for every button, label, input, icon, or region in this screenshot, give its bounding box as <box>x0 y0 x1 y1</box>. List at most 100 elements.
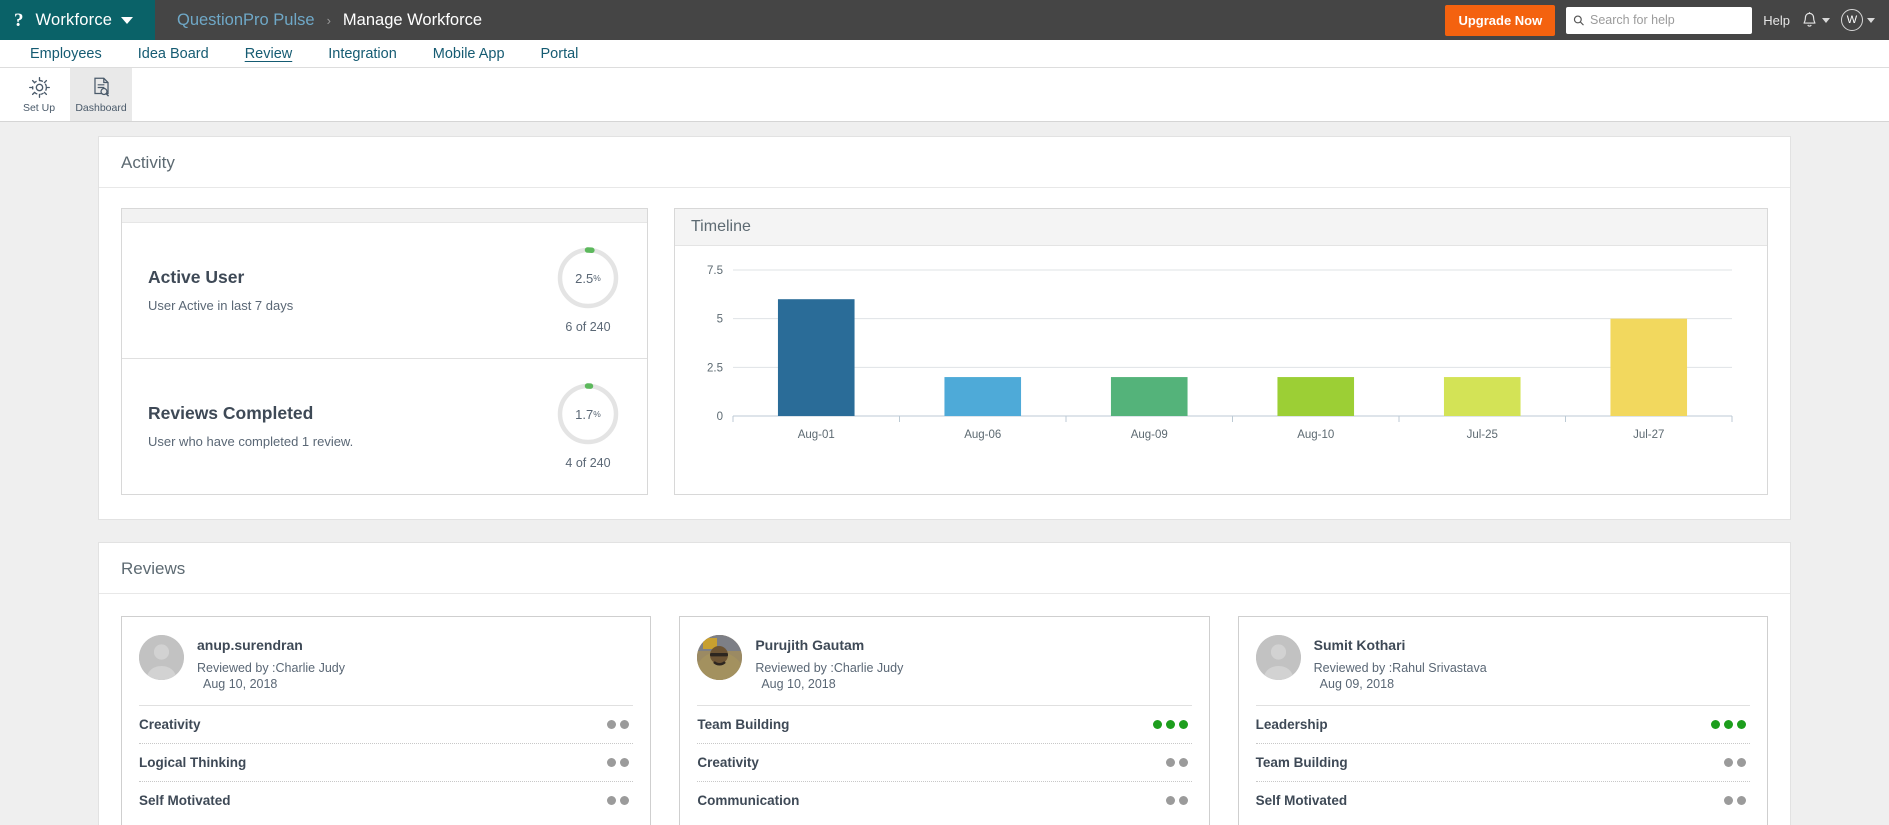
document-search-icon <box>93 77 109 97</box>
timeline-chart-card: Timeline 0 2.5 5 7.5 Aug-01 Aug-06 Aug-09 Aug-1… <box>674 208 1768 495</box>
x-axis-tick-label: Jul-25 <box>1467 429 1498 441</box>
nav-tab-review[interactable]: Review <box>227 40 311 68</box>
rating-dot <box>620 758 630 768</box>
user-menu-chevron-down-icon[interactable] <box>1867 17 1875 23</box>
gauge-caption: 4 of 240 <box>565 456 611 470</box>
review-card-meta: Sumit Kothari Reviewed by :Rahul Srivast… <box>1314 635 1487 691</box>
bar[interactable] <box>1610 318 1688 416</box>
toolbar-item-setup-label: Set Up <box>22 101 56 114</box>
rating-dot <box>1178 720 1188 730</box>
review-card[interactable]: anup.surendran Reviewed by :Charlie Judy… <box>121 616 652 825</box>
skill-name: Team Building <box>697 717 790 733</box>
breadcrumb: QuestionPro Pulse › Manage Workforce <box>155 0 1445 40</box>
donut-gauge: 2.5% <box>555 245 621 311</box>
skill-row: Creativity <box>697 743 1192 781</box>
skill-name: Creativity <box>139 717 201 733</box>
stat-subtitle: User Active in last 7 days <box>148 297 294 313</box>
nav-tab-idea-board[interactable]: Idea Board <box>120 40 227 68</box>
icon-toolbar: Set Up Dashboard <box>0 68 1889 122</box>
toolbar-item-setup[interactable]: Set Up <box>8 68 70 121</box>
toolbar-item-dashboard[interactable]: Dashboard <box>70 68 132 121</box>
help-search-box[interactable] <box>1566 6 1753 34</box>
stat-gauge-wrap: 2.5% 6 of 240 <box>555 245 621 334</box>
activity-stats-card: Active User User Active in last 7 days 2… <box>121 208 648 495</box>
review-card[interactable]: Sumit Kothari Reviewed by :Rahul Srivast… <box>1237 616 1768 825</box>
review-card[interactable]: Purujith Gautam Reviewed by :Charlie Jud… <box>679 616 1210 825</box>
review-date: Aug 09, 2018 <box>1319 677 1395 692</box>
stat-gauge-wrap: 1.7% 4 of 240 <box>555 381 621 470</box>
nav-tab-mobile-app[interactable]: Mobile App <box>415 40 523 68</box>
bar[interactable] <box>1110 377 1188 416</box>
bar[interactable] <box>777 299 855 416</box>
skill-row: Self Motivated <box>139 781 634 819</box>
top-bar-actions: Upgrade Now Help W <box>1445 0 1889 40</box>
chevron-down-icon[interactable] <box>121 16 134 24</box>
timeline-chart-header: Timeline <box>675 209 1767 246</box>
search-input[interactable] <box>1589 13 1746 27</box>
upgrade-now-button[interactable]: Upgrade Now <box>1445 4 1556 36</box>
reviewee-name: Sumit Kothari <box>1313 637 1406 653</box>
rating-dots <box>1723 758 1748 768</box>
y-axis-tick-label: 7.5 <box>707 265 723 277</box>
rating-dot <box>1710 720 1720 730</box>
reviews-panel-header: Reviews <box>99 543 1790 594</box>
help-link[interactable]: Help <box>1763 13 1790 28</box>
brand-name: Workforce <box>35 10 113 29</box>
main-content: Activity Active User User Active in last… <box>0 122 1889 825</box>
gauge-percent-symbol: % <box>593 273 601 283</box>
x-axis-tick-label: Aug-01 <box>798 429 835 441</box>
x-axis-tick-label: Aug-09 <box>1131 429 1168 441</box>
search-icon <box>1574 15 1585 26</box>
nav-tab-employees[interactable]: Employees <box>12 40 120 68</box>
skill-row: Self Motivated <box>1255 781 1750 819</box>
toolbar-item-dashboard-label: Dashboard <box>75 101 127 114</box>
skill-name: Team Building <box>1255 755 1348 771</box>
nav-tab-portal[interactable]: Portal <box>523 40 597 68</box>
user-menu[interactable]: W <box>1841 9 1875 31</box>
skill-name: Self Motivated <box>1255 793 1348 809</box>
reviews-card-list: anup.surendran Reviewed by :Charlie Judy… <box>99 594 1790 825</box>
rating-dot <box>607 796 617 806</box>
gauge-percent-value: 1.7 <box>575 406 594 422</box>
reviewed-by: Reviewed by :Charlie Judy <box>755 661 904 675</box>
bar[interactable] <box>944 377 1022 416</box>
y-axis-tick-label: 2.5 <box>707 362 723 374</box>
stat-title: Reviews Completed <box>148 402 314 423</box>
notifications-control[interactable] <box>1801 11 1830 30</box>
rating-dot <box>1736 758 1746 768</box>
review-card-header: Sumit Kothari Reviewed by :Rahul Srivast… <box>1255 635 1750 705</box>
notifications-chevron-down-icon[interactable] <box>1822 17 1830 23</box>
bell-icon <box>1803 11 1816 27</box>
skill-row: Communication <box>697 781 1192 819</box>
bar[interactable] <box>1443 377 1521 416</box>
y-axis-tick-label: 5 <box>717 314 723 326</box>
gauge-percent: 2.5% <box>555 245 621 311</box>
gauge-percent: 1.7% <box>555 381 621 447</box>
skill-name: Leadership <box>1255 717 1328 733</box>
rating-dots <box>607 758 631 768</box>
gauge-percent-value: 2.5 <box>575 270 594 286</box>
stat-title: Active User <box>148 266 245 287</box>
nav-tab-integration[interactable]: Integration <box>310 40 415 68</box>
stat-texts: Active User User Active in last 7 days <box>148 267 555 313</box>
brand-block[interactable]: ? Workforce <box>0 0 155 40</box>
breadcrumb-root-link[interactable]: QuestionPro Pulse <box>177 11 315 30</box>
rating-dots <box>607 796 631 806</box>
activity-panel: Activity Active User User Active in last… <box>98 136 1791 520</box>
rating-dot <box>620 720 630 730</box>
rating-dot <box>1723 796 1733 806</box>
rating-dot <box>620 796 630 806</box>
review-card-header: anup.surendran Reviewed by :Charlie Judy… <box>139 635 633 705</box>
reviewee-name: anup.surendran <box>197 637 303 653</box>
stat-subtitle: User who have completed 1 review. <box>148 433 354 449</box>
bar[interactable] <box>1277 377 1355 416</box>
x-axis-tick-label: Aug-06 <box>964 429 1001 441</box>
questionpro-logo-icon: ? <box>14 9 24 31</box>
stats-card-accent-bar <box>122 209 647 223</box>
rating-dot <box>1152 720 1162 730</box>
reviewee-name: Purujith Gautam <box>755 637 865 653</box>
rating-dot <box>1178 796 1188 806</box>
rating-dots <box>1723 796 1748 806</box>
skill-row: Team Building <box>1255 743 1750 781</box>
timeline-bar-chart[interactable]: 0 2.5 5 7.5 Aug-01 Aug-06 Aug-09 Aug-10 Jul-25 Ju… <box>685 260 1740 450</box>
